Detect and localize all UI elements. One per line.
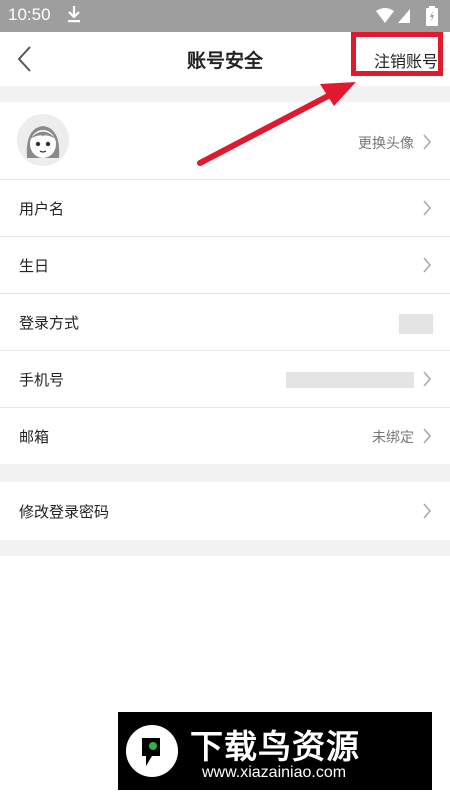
redacted-value [399, 314, 433, 334]
birthday-label: 生日 [19, 257, 50, 275]
chevron-right-icon [422, 200, 432, 216]
phone-row[interactable]: 手机号 [0, 351, 450, 408]
change-password-row[interactable]: 修改登录密码 [0, 482, 450, 540]
email-status: 未绑定 [372, 430, 414, 446]
signal-icon [376, 8, 412, 28]
battery-icon [426, 6, 438, 30]
username-row[interactable]: 用户名 [0, 180, 450, 237]
chevron-right-icon [422, 428, 432, 444]
redacted-value [286, 372, 414, 388]
watermark: 下载鸟资源 www.xiazainiao.com [118, 712, 432, 790]
status-bar: 10:50 [0, 0, 450, 32]
status-time: 10:50 [8, 5, 51, 24]
watermark-title: 下载鸟资源 [190, 727, 360, 766]
phone-label: 手机号 [19, 371, 65, 389]
download-icon [66, 4, 82, 28]
chevron-right-icon [422, 503, 432, 519]
chevron-right-icon [422, 257, 432, 273]
login-method-row[interactable]: 登录方式 [0, 294, 450, 351]
email-row[interactable]: 邮箱 未绑定 [0, 408, 450, 464]
login-method-label: 登录方式 [19, 314, 80, 332]
username-label: 用户名 [19, 200, 65, 218]
watermark-url: www.xiazainiao.com [202, 764, 347, 781]
change-avatar-label: 更换头像 [358, 136, 414, 152]
bird-logo-icon [124, 722, 180, 780]
section-divider [0, 86, 450, 102]
chevron-right-icon [422, 134, 432, 150]
section-divider [0, 540, 450, 556]
annotation-highlight-box [351, 32, 443, 76]
avatar-row[interactable]: 更换头像 [0, 102, 450, 180]
email-label: 邮箱 [19, 428, 50, 446]
avatar [17, 114, 69, 166]
change-password-label: 修改登录密码 [19, 503, 110, 521]
chevron-right-icon [422, 371, 432, 387]
section-divider [0, 464, 450, 482]
birthday-row[interactable]: 生日 [0, 237, 450, 294]
